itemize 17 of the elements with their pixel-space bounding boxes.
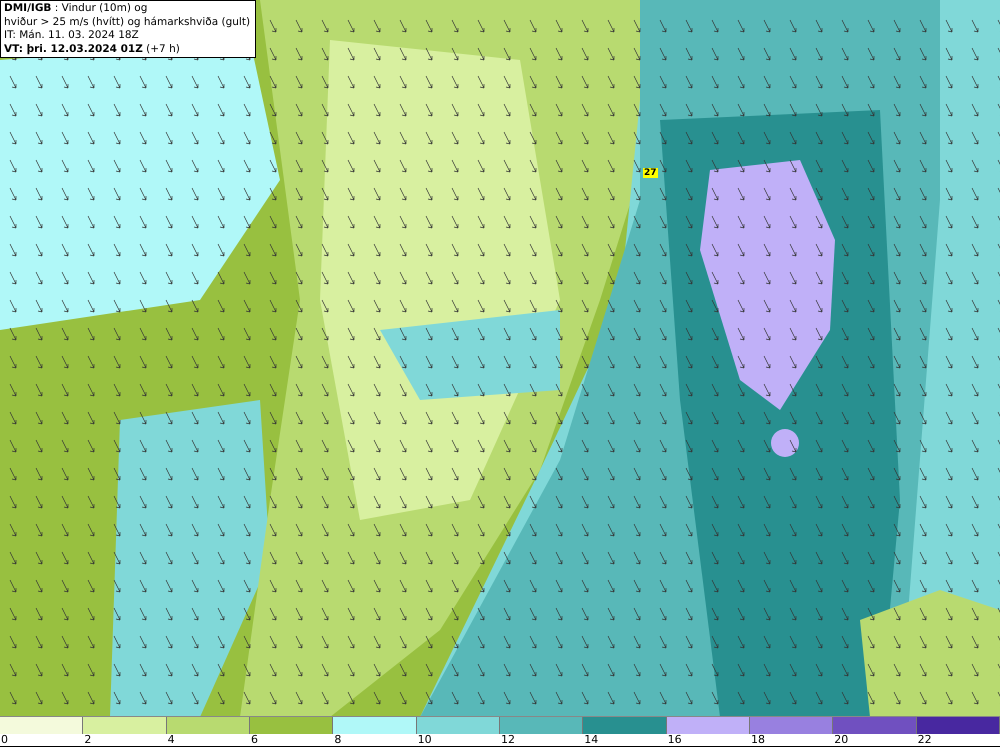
valid-time: VT: þri. 12.03.2024 01Z (+7 h): [4, 42, 181, 56]
legend-label: 12: [500, 734, 516, 746]
legend-label: 20: [833, 734, 850, 746]
legend-label: 18: [750, 734, 766, 746]
legend-label: 22: [916, 734, 933, 746]
legend-label: 8: [333, 734, 342, 746]
legend-label: 6: [250, 734, 259, 746]
legend-label: 0: [0, 734, 9, 746]
legend-label: 10: [416, 734, 433, 746]
info-subtitle: hviður > 25 m/s (hvítt) og hámarkshviða (gult): [4, 16, 252, 29]
legend-label: 16: [666, 734, 683, 746]
legend-label: 2: [83, 734, 92, 746]
gust-label: 27: [643, 168, 658, 178]
issue-time: IT: Mán. 11. 03. 2024 18Z: [4, 29, 140, 42]
info-title: DMI/IGB : Vindur (10m) og: [4, 2, 148, 16]
legend-label: 4: [166, 734, 176, 746]
legend-label: 14: [583, 734, 600, 746]
